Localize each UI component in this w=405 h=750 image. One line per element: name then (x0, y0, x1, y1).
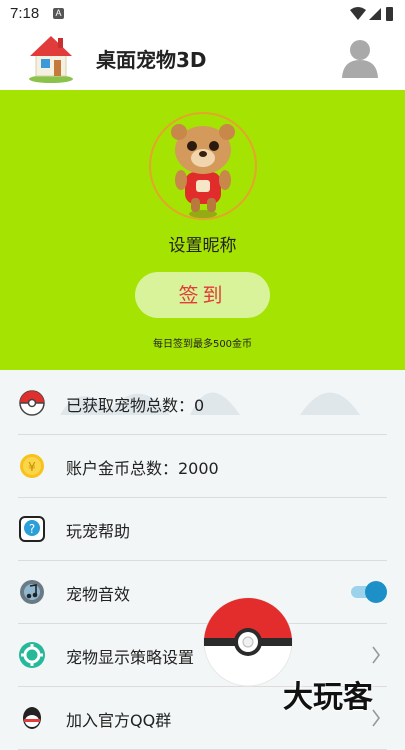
menu-item-label: 加入官方QQ群 (66, 711, 172, 730)
watermark-text: 大玩客 (283, 680, 373, 715)
bear-pet-icon (171, 124, 235, 218)
pet-avatar[interactable] (149, 112, 257, 220)
hero-panel: 设置昵称 签到 每日签到最多500金币 (0, 90, 405, 370)
music-icon (20, 580, 44, 604)
sign-in-button[interactable]: 签到 (135, 272, 270, 318)
app-bar: 桌面宠物3D (0, 28, 405, 90)
signal-icon (369, 8, 381, 20)
menu-item-label: 宠物音效 (66, 585, 131, 604)
chevron-right-icon (372, 646, 380, 664)
menu-item-label: 玩宠帮助 (66, 522, 131, 541)
menu-item-label: 账户金币总数：2000 (66, 459, 219, 478)
menu-item-label: 已获取宠物总数：0 (66, 396, 205, 415)
set-nickname-link[interactable]: 设置昵称 (0, 231, 405, 256)
gear-icon (19, 642, 45, 668)
menu-item-coins[interactable]: ¥ 账户金币总数：2000 (18, 435, 387, 498)
coin-icon: ¥ (20, 454, 44, 478)
daily-signin-hint: 每日签到最多500金币 (152, 339, 253, 350)
floating-pokeball-button[interactable] (202, 596, 294, 688)
menu-item-label: 宠物显示策略设置 (66, 648, 195, 667)
toggle-knob (365, 581, 387, 603)
user-profile-icon[interactable] (341, 38, 379, 78)
battery-icon (386, 7, 393, 21)
menu-item-pet-count[interactable]: 已获取宠物总数：0 (18, 372, 387, 435)
svg-text:?: ? (29, 522, 35, 536)
status-bar: 7:18 A (0, 0, 405, 28)
help-icon: ? (19, 516, 45, 542)
notification-icon: A (53, 8, 64, 19)
status-time: 7:18 (10, 5, 40, 22)
pokeball-icon (19, 390, 45, 416)
qq-icon (23, 707, 41, 729)
sound-toggle[interactable] (351, 581, 387, 603)
svg-text:¥: ¥ (28, 460, 36, 474)
app-title: 桌面宠物3D (96, 48, 207, 72)
menu-item-help[interactable]: ? 玩宠帮助 (18, 498, 387, 561)
house-logo-icon (29, 36, 73, 83)
wifi-icon (350, 7, 366, 20)
system-status-icons (350, 7, 393, 21)
